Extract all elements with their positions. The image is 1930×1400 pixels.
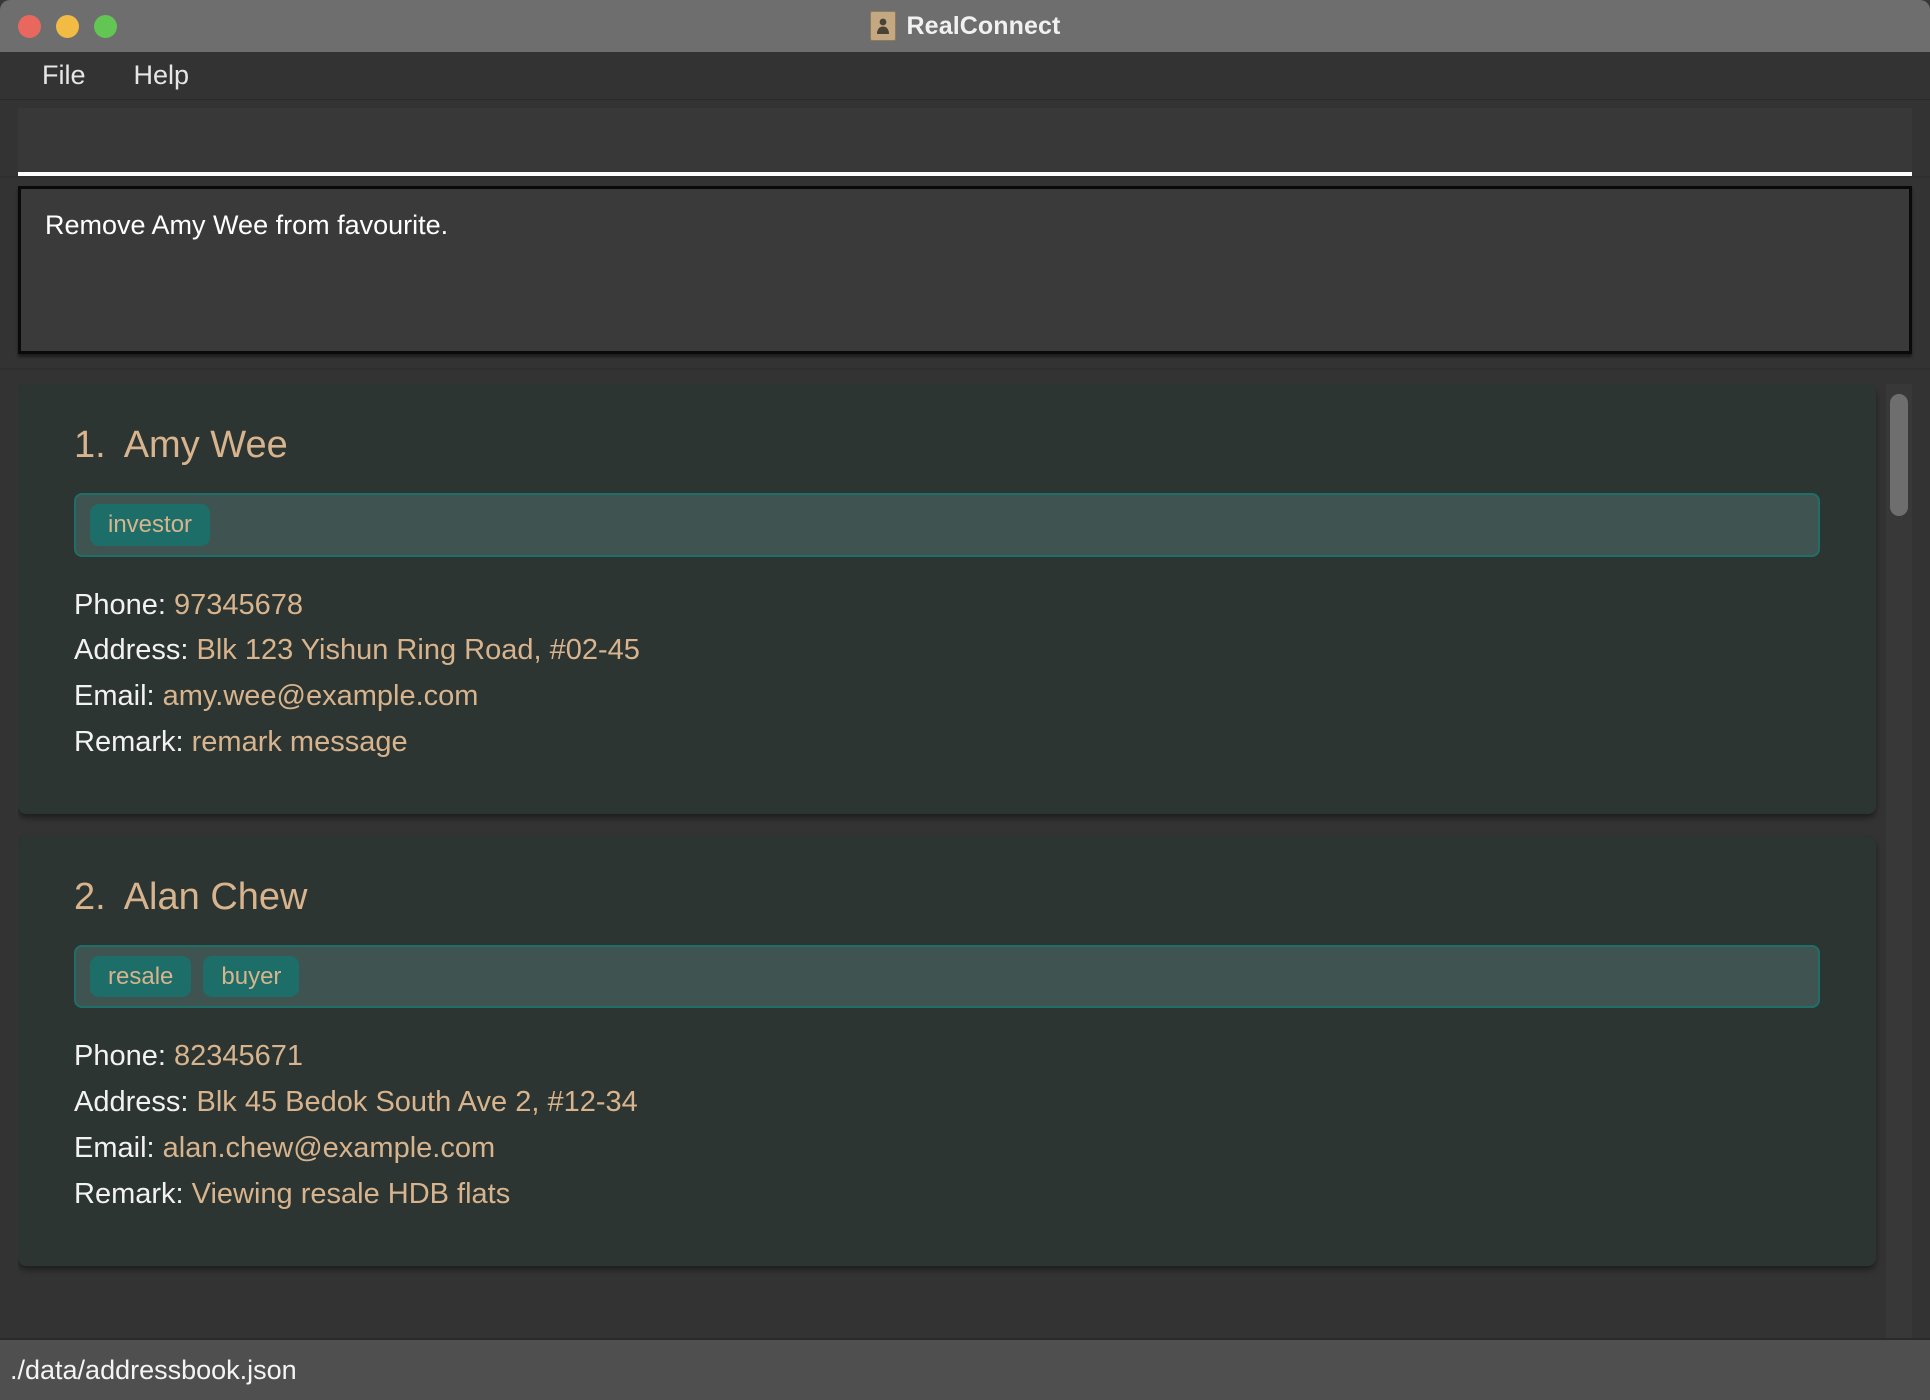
remark-value: remark message <box>191 726 408 759</box>
person-card-header: 2. Alan Chew <box>74 876 1820 919</box>
address-label: Address: <box>74 1086 189 1119</box>
address-value: Blk 45 Bedok South Ave 2, #12-34 <box>196 1086 638 1119</box>
person-address-row: Address: Blk 123 Yishun Ring Road, #02-4… <box>74 628 1820 674</box>
person-remark-row: Remark: remark message <box>74 720 1820 766</box>
person-tag[interactable]: buyer <box>203 955 300 998</box>
command-input[interactable] <box>18 108 1912 176</box>
phone-label: Phone: <box>74 588 166 621</box>
person-email-row: Email: alan.chew@example.com <box>74 1126 1820 1172</box>
person-tag-bar: investor <box>74 493 1820 557</box>
email-value: alan.chew@example.com <box>162 1132 496 1165</box>
email-label: Email: <box>74 680 155 713</box>
person-list-panel: 1. Amy Wee investor Phone: 97345678 Addr… <box>0 368 1930 1338</box>
person-phone-row: Phone: 82345671 <box>74 1034 1820 1080</box>
person-card[interactable]: 2. Alan Chew resale buyer Phone: 8234567… <box>18 835 1876 1266</box>
contact-person-icon <box>869 11 896 41</box>
person-tag[interactable]: resale <box>90 955 192 998</box>
remark-value: Viewing resale HDB flats <box>191 1177 511 1210</box>
phone-value: 97345678 <box>173 588 304 621</box>
person-name: Amy Wee <box>123 424 288 466</box>
address-label: Address: <box>74 634 189 667</box>
application-window: RealConnect File Help Remove Amy Wee fro… <box>0 0 1930 1400</box>
person-index: 1. <box>74 424 106 466</box>
result-display-region: Remove Amy Wee from favourite. <box>0 178 1930 368</box>
window-title: RealConnect <box>906 11 1061 40</box>
status-bar: ./data/addressbook.json <box>0 1338 1930 1400</box>
minimize-window-button[interactable] <box>56 14 79 38</box>
menu-bar: File Help <box>0 52 1930 100</box>
title-bar: RealConnect <box>0 0 1930 52</box>
window-controls <box>0 14 117 38</box>
title-bar-center: RealConnect <box>0 0 1930 52</box>
remark-label: Remark: <box>74 1177 184 1210</box>
person-tag-bar: resale buyer <box>74 944 1820 1009</box>
person-phone-row: Phone: 97345678 <box>74 583 1820 629</box>
person-email-row: Email: amy.wee@example.com <box>74 674 1820 720</box>
result-display-message: Remove Amy Wee from favourite. <box>18 186 1912 354</box>
menu-item-help[interactable]: Help <box>120 59 204 92</box>
person-index: 2. <box>74 875 106 918</box>
remark-label: Remark: <box>74 726 184 759</box>
person-card[interactable]: 1. Amy Wee investor Phone: 97345678 Addr… <box>18 384 1876 814</box>
email-value: amy.wee@example.com <box>162 680 479 713</box>
phone-label: Phone: <box>74 1040 166 1073</box>
person-tag[interactable]: investor <box>90 504 211 546</box>
maximize-window-button[interactable] <box>94 14 117 38</box>
person-card-header: 1. Amy Wee <box>74 424 1820 467</box>
person-remark-row: Remark: Viewing resale HDB flats <box>74 1172 1820 1218</box>
person-list-scrollbar[interactable] <box>1886 384 1912 1338</box>
command-box-region <box>0 100 1930 178</box>
save-location-status: ./data/addressbook.json <box>10 1354 297 1385</box>
scrollbar-thumb[interactable] <box>1890 394 1908 516</box>
email-label: Email: <box>74 1132 155 1165</box>
close-window-button[interactable] <box>18 14 41 38</box>
phone-value: 82345671 <box>173 1040 304 1073</box>
person-address-row: Address: Blk 45 Bedok South Ave 2, #12-3… <box>74 1080 1820 1126</box>
menu-item-file[interactable]: File <box>28 59 100 92</box>
person-list-viewport[interactable]: 1. Amy Wee investor Phone: 97345678 Addr… <box>18 384 1912 1338</box>
person-name: Alan Chew <box>123 875 308 918</box>
address-value: Blk 123 Yishun Ring Road, #02-45 <box>196 634 640 667</box>
